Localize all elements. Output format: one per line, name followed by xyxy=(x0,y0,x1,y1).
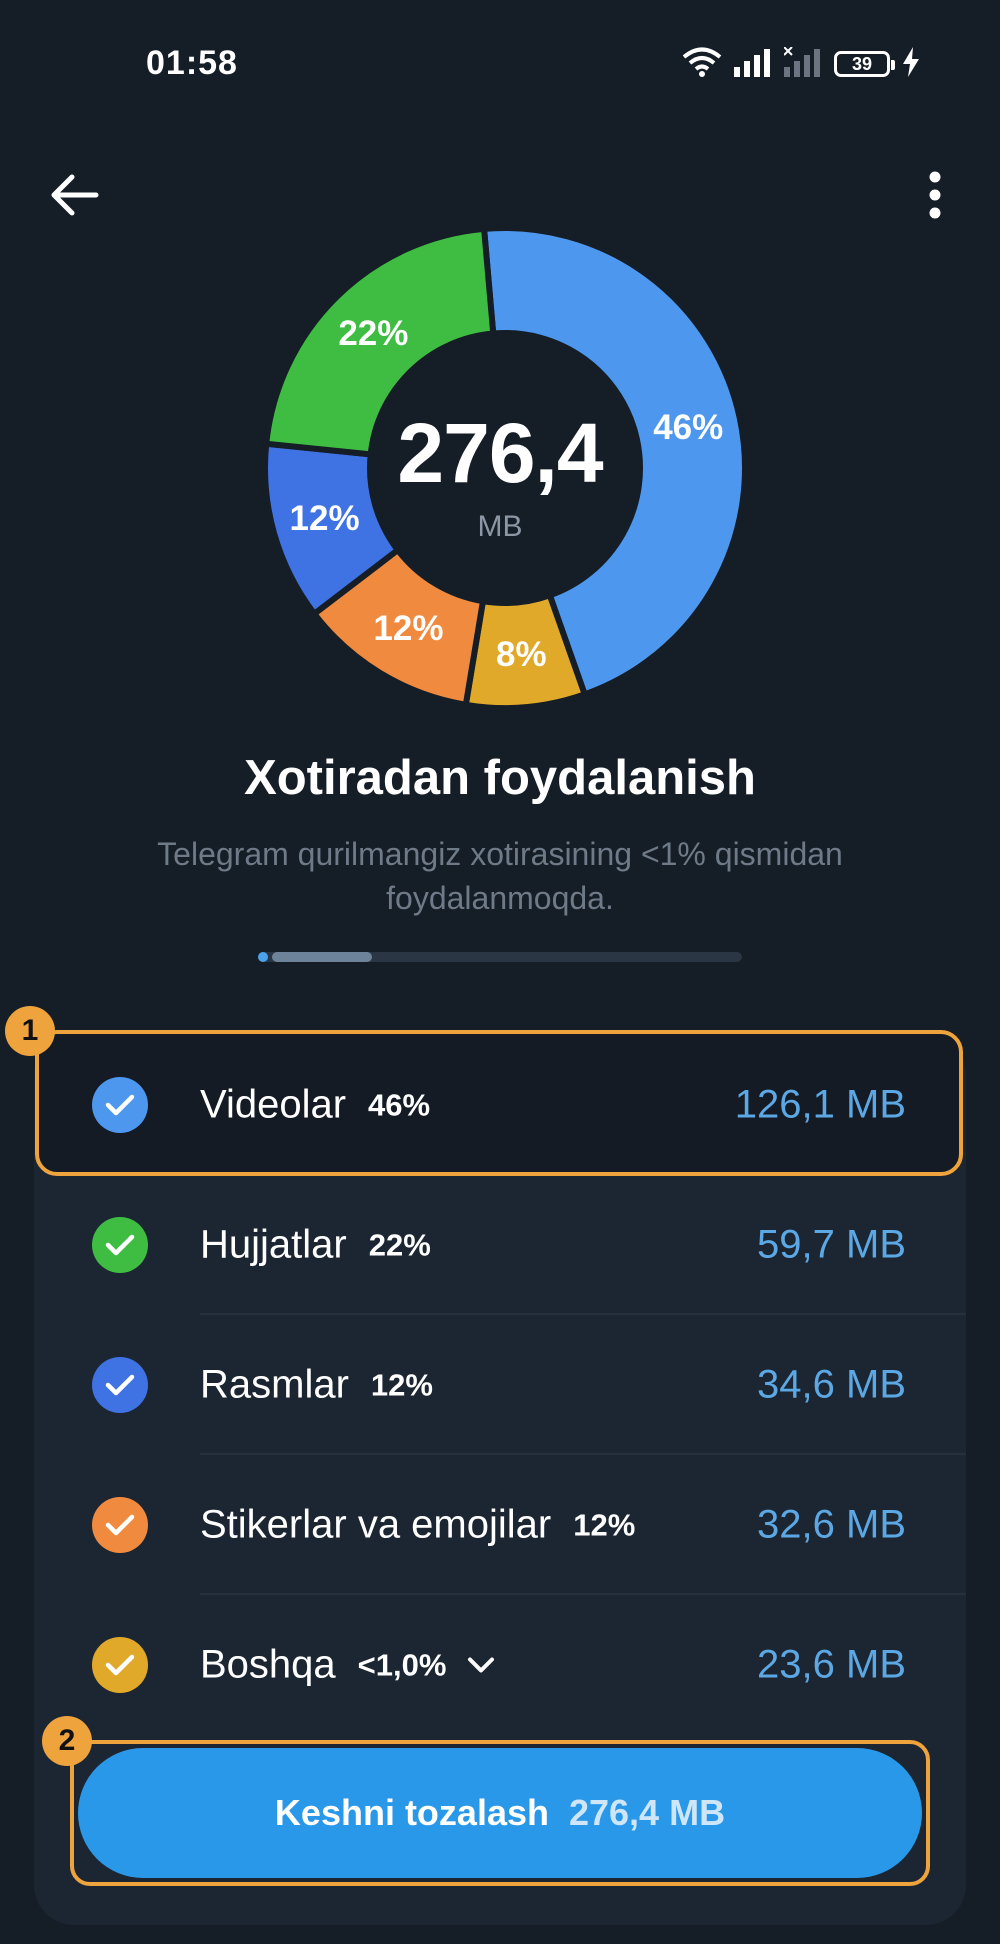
progress-other-segment xyxy=(272,952,372,962)
storage-donut-chart xyxy=(262,225,748,711)
checkmark-icon xyxy=(105,1234,135,1256)
category-checkbox[interactable] xyxy=(92,1637,148,1693)
category-size: 23,6 MB xyxy=(757,1642,906,1687)
category-row[interactable]: Boshqa <1,0% 23,6 MB xyxy=(34,1595,966,1735)
category-checkbox[interactable] xyxy=(92,1077,148,1133)
total-size-unit: MB xyxy=(477,510,523,543)
category-size: 32,6 MB xyxy=(757,1502,906,1547)
page-subtitle: Telegram qurilmangiz xotirasining <1% qi… xyxy=(157,836,843,916)
category-size: 59,7 MB xyxy=(757,1222,906,1267)
storage-progress-bar xyxy=(258,952,742,962)
category-row[interactable]: Hujjatlar 22% 59,7 MB xyxy=(34,1175,966,1315)
donut-slice-label-3: 12% xyxy=(289,499,360,539)
category-size: 34,6 MB xyxy=(757,1362,906,1407)
category-checkbox[interactable] xyxy=(92,1357,148,1413)
category-name: Rasmlar xyxy=(200,1362,349,1407)
category-percent: 46% xyxy=(368,1087,431,1122)
category-name: Stikerlar va emojilar xyxy=(200,1502,552,1547)
checkmark-icon xyxy=(105,1654,135,1676)
page-title: Xotiradan foydalanish xyxy=(244,751,756,805)
annotation-badge-2: 2 xyxy=(42,1716,92,1766)
donut-slice-label-2: 12% xyxy=(373,608,444,648)
category-row[interactable]: Stikerlar va emojilar 12% 32,6 MB xyxy=(34,1455,966,1595)
annotation-highlight-2 xyxy=(70,1740,930,1886)
category-checkbox[interactable] xyxy=(92,1497,148,1553)
chevron-down-icon[interactable] xyxy=(466,1655,496,1675)
checkmark-icon xyxy=(105,1374,135,1396)
category-name: Hujjatlar xyxy=(200,1222,347,1267)
progress-telegram-segment xyxy=(258,952,268,962)
donut-slice-label-4: 22% xyxy=(338,314,409,354)
category-row[interactable]: Rasmlar 12% 34,6 MB xyxy=(34,1315,966,1455)
donut-slice-label-1: 8% xyxy=(496,634,547,674)
category-name: Boshqa xyxy=(200,1642,336,1687)
category-checkbox[interactable] xyxy=(92,1217,148,1273)
total-size-value: 276,4 xyxy=(397,406,603,500)
checkmark-icon xyxy=(105,1514,135,1536)
category-row[interactable]: Videolar 46% 126,1 MB xyxy=(34,1035,966,1175)
category-name: Videolar xyxy=(200,1082,347,1127)
checkmark-icon xyxy=(105,1094,135,1116)
category-size: 126,1 MB xyxy=(734,1082,906,1127)
category-percent: 12% xyxy=(573,1507,636,1542)
category-percent: 12% xyxy=(370,1367,433,1402)
category-percent: 22% xyxy=(368,1227,431,1262)
category-percent: <1,0% xyxy=(357,1647,447,1682)
